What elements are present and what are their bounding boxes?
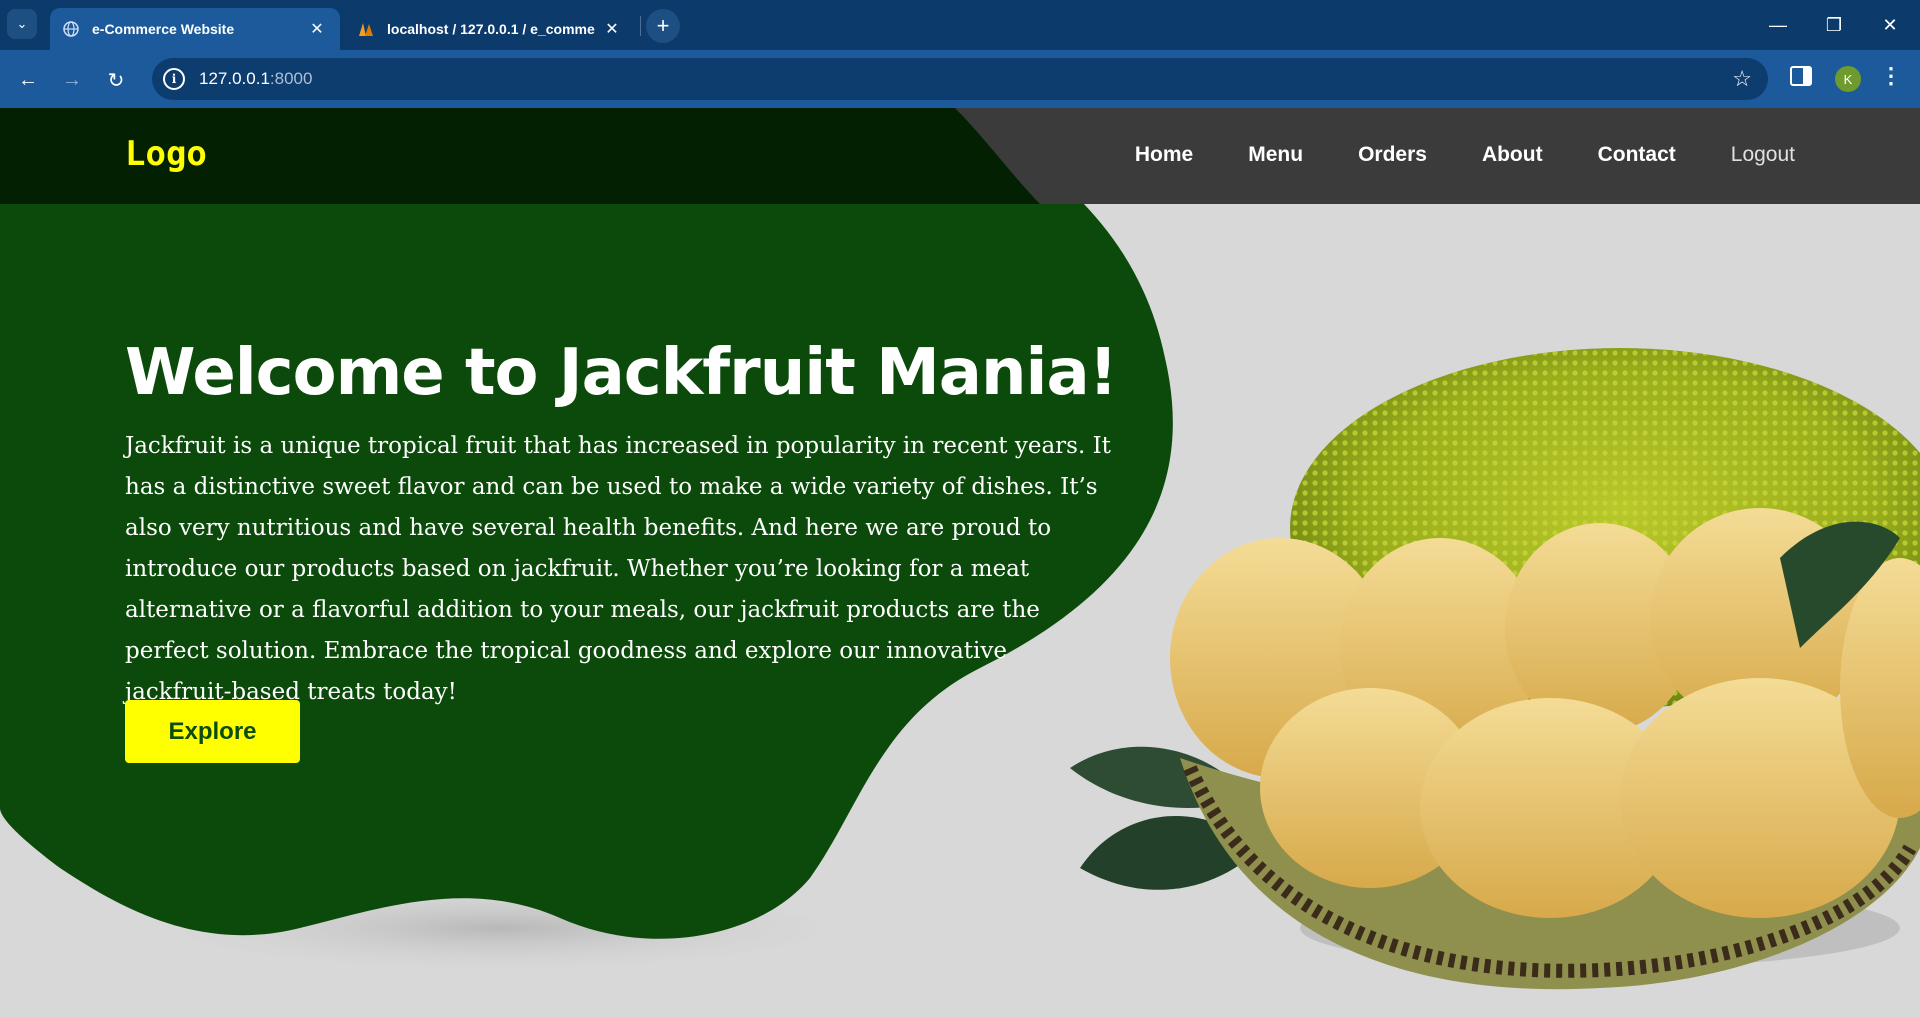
- tab-title: localhost / 127.0.0.1 / e_comme: [387, 21, 595, 37]
- website-page: Logo Home Menu Orders About Contact Logo…: [0, 108, 1920, 1017]
- phpmyadmin-icon: [357, 20, 375, 38]
- url-text: 127.0.0.1:8000: [199, 69, 313, 88]
- address-bar[interactable]: i 127.0.0.1:8000 ☆: [152, 58, 1768, 100]
- forward-arrow-icon[interactable]: →: [56, 64, 88, 96]
- nav-logout[interactable]: Logout: [1731, 143, 1795, 167]
- nav-contact[interactable]: Contact: [1598, 143, 1676, 167]
- browser-toolbar: ← → ↻ i 127.0.0.1:8000 ☆ K ⋮: [0, 50, 1920, 108]
- nav-orders[interactable]: Orders: [1358, 143, 1427, 167]
- globe-icon: [62, 20, 80, 38]
- explore-button[interactable]: Explore: [125, 700, 300, 763]
- new-tab-plus-icon[interactable]: +: [646, 9, 680, 43]
- site-info-icon[interactable]: i: [163, 68, 185, 90]
- profile-avatar[interactable]: K: [1835, 66, 1861, 92]
- side-panel-icon[interactable]: [1790, 66, 1812, 86]
- back-arrow-icon[interactable]: ←: [12, 64, 44, 96]
- hero-description: Jackfruit is a unique tropical fruit tha…: [125, 433, 1111, 705]
- nav-home[interactable]: Home: [1135, 143, 1193, 167]
- restore-icon[interactable]: ❐: [1806, 8, 1862, 42]
- nav-menu[interactable]: Menu: [1248, 143, 1303, 167]
- tab-phpmyadmin[interactable]: localhost / 127.0.0.1 / e_comme ✕: [345, 8, 635, 50]
- browser-tab-strip: ⌄ e-Commerce Website ✕ localhost / 127.0…: [0, 0, 1920, 50]
- jackfruit-image: [1070, 348, 1920, 990]
- close-tab-icon[interactable]: ✕: [601, 19, 623, 39]
- site-header: Logo Home Menu Orders About Contact Logo…: [0, 108, 1920, 204]
- reload-icon[interactable]: ↻: [100, 64, 132, 96]
- close-window-icon[interactable]: ✕: [1862, 8, 1918, 42]
- site-logo[interactable]: Logo: [125, 134, 207, 174]
- close-tab-icon[interactable]: ✕: [306, 19, 328, 39]
- menu-kebab-icon[interactable]: ⋮: [1880, 63, 1902, 89]
- minimize-icon[interactable]: —: [1750, 8, 1806, 42]
- hero-title: Welcome to Jackfruit Mania!: [125, 336, 1118, 410]
- tab-title: e-Commerce Website: [92, 21, 235, 37]
- tab-divider: [640, 16, 641, 36]
- tab-search-chevron-icon[interactable]: ⌄: [7, 9, 37, 39]
- tab-ecommerce[interactable]: e-Commerce Website ✕: [50, 8, 340, 50]
- main-nav: Home Menu Orders About Contact Logout: [1135, 143, 1795, 167]
- nav-about[interactable]: About: [1482, 143, 1543, 167]
- bookmark-star-icon[interactable]: ☆: [1732, 66, 1752, 92]
